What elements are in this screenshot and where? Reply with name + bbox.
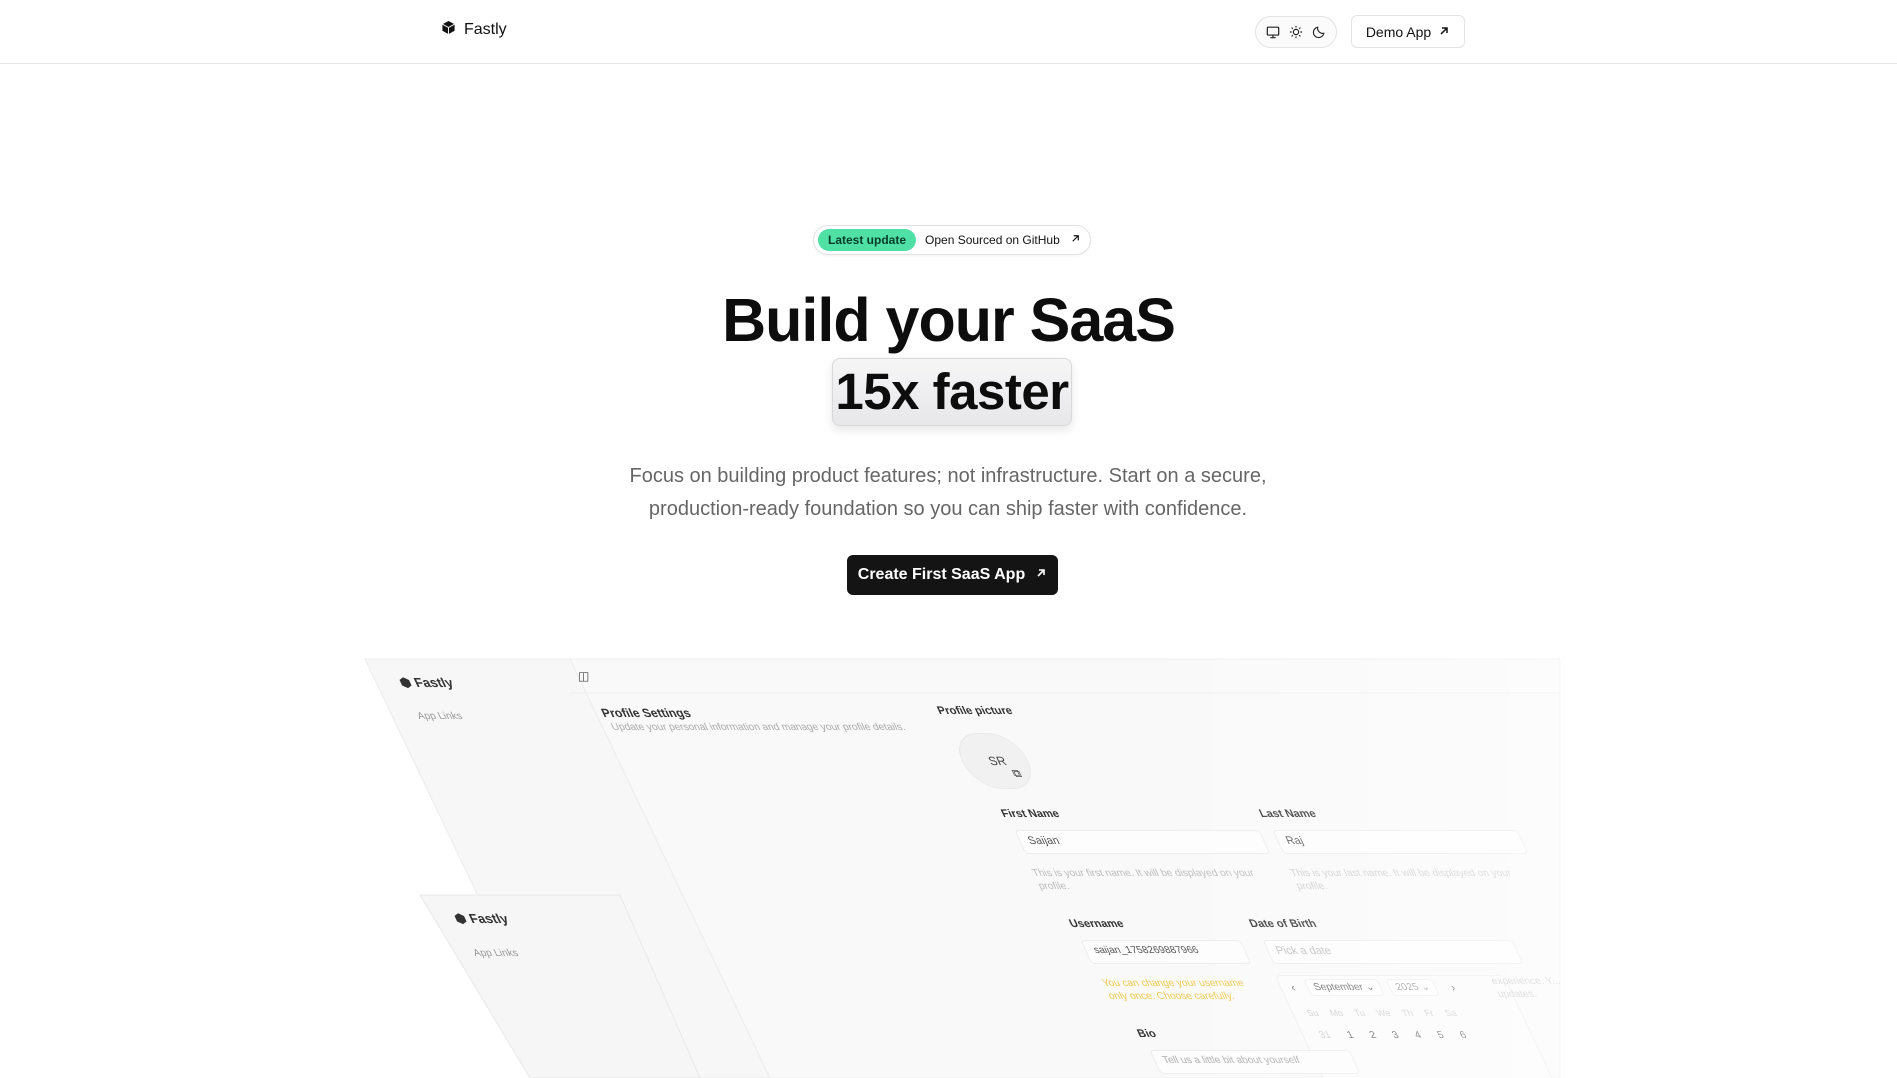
cta-label: Create First SaaS App xyxy=(857,566,1026,583)
username-input[interactable]: saijan_1758269887966 xyxy=(1080,940,1252,964)
preview-brand-2: ⬢ Fastly xyxy=(451,911,511,927)
weekday-label: Sa xyxy=(1442,1008,1459,1018)
sidebar-toggle-icon[interactable]: ◫ xyxy=(578,669,589,683)
first-name-input[interactable]: Saijan xyxy=(1014,830,1271,854)
hero-title-highlight: 15x faster xyxy=(832,358,1072,426)
camera-icon[interactable]: ⧉ xyxy=(1010,768,1024,781)
preview-app-links: App Links xyxy=(415,711,465,722)
preview-brand-name: Fastly xyxy=(411,675,456,690)
latest-update-tag: Latest update xyxy=(818,229,917,251)
announcement-badge[interactable]: Latest update Open Sourced on GitHub xyxy=(813,225,1091,255)
dob-input[interactable]: Pick a date xyxy=(1262,940,1524,964)
weekday-label: We xyxy=(1374,1008,1393,1018)
username-warning: You can change your username only once. … xyxy=(1100,977,1262,1003)
calendar-day[interactable]: 4 xyxy=(1413,1030,1424,1041)
first-name-label: First Name xyxy=(999,808,1062,820)
hero-subtitle-line-1: Focus on building product features; not … xyxy=(629,465,1267,487)
hero-title: Build your SaaS xyxy=(722,286,1176,354)
calendar-day[interactable]: 31 xyxy=(1317,1030,1333,1041)
hero-subtitle: Focus on building product features; not … xyxy=(598,460,1298,526)
last-name-help: This is your last name. It will be displ… xyxy=(1288,867,1545,893)
calendar-day[interactable]: 6 xyxy=(1458,1030,1469,1041)
arrow-up-right-icon xyxy=(1060,231,1081,249)
badge-text: Open Sourced on GitHub xyxy=(925,233,1060,247)
chevron-left-icon[interactable]: ‹ xyxy=(1289,982,1298,994)
calendar-day[interactable]: 1 xyxy=(1345,1030,1356,1041)
year-select[interactable]: 2025 ⌄ xyxy=(1385,979,1441,996)
weekday-label: Th xyxy=(1399,1008,1415,1018)
weekday-label: Su xyxy=(1304,1008,1321,1018)
username-label: Username xyxy=(1067,918,1127,930)
demo-app-button[interactable]: Demo App xyxy=(1351,15,1465,48)
monitor-icon[interactable] xyxy=(1262,21,1284,43)
username-warning-text: You can change your username only once. … xyxy=(1100,978,1247,1002)
weekday-row: Su Mo Tu We Th Fr Sa xyxy=(1305,1008,1459,1018)
last-name-help-text: This is your last name. It will be displ… xyxy=(1288,868,1514,892)
theme-switcher xyxy=(1255,16,1337,48)
day-row: 31 1 2 3 4 5 6 xyxy=(1317,1030,1469,1041)
last-name-input[interactable]: Raj xyxy=(1272,830,1529,854)
demo-app-label: Demo App xyxy=(1365,23,1432,40)
weekday-label: Fr xyxy=(1422,1008,1436,1018)
create-saas-app-button[interactable]: Create First SaaS App xyxy=(847,555,1058,595)
profile-picture-label: Profile picture xyxy=(935,705,1015,717)
arrow-up-right-icon xyxy=(1438,24,1450,40)
bio-input[interactable]: Tell us a little bit about yourself xyxy=(1149,1050,1361,1074)
cube-icon xyxy=(441,20,456,40)
moon-icon[interactable] xyxy=(1308,21,1330,43)
preview-app-links-2: App Links xyxy=(471,948,521,959)
product-preview: ⬢ Fastly App Links ⬢ Fastly App Links ◫ … xyxy=(0,655,1897,1078)
preview-section-desc: Update your personal information and man… xyxy=(609,722,908,733)
top-navbar: Fastly Demo App xyxy=(0,0,1897,64)
sun-icon[interactable] xyxy=(1285,21,1307,43)
first-name-help: This is your first name. It will be disp… xyxy=(1030,867,1287,893)
weekday-label: Tu xyxy=(1352,1008,1368,1018)
calendar-day[interactable]: 2 xyxy=(1368,1030,1379,1041)
month-select[interactable]: September ⌄ xyxy=(1303,979,1386,996)
dob-label: Date of Birth xyxy=(1247,918,1319,930)
brand-name: Fastly xyxy=(464,21,507,38)
first-name-help-text: This is your first name. It will be disp… xyxy=(1030,868,1257,892)
weekday-label: Mo xyxy=(1327,1008,1345,1018)
arrow-up-right-icon xyxy=(1035,566,1047,584)
chevron-down-icon: ⌄ xyxy=(1418,982,1433,993)
chevron-down-icon: ⌄ xyxy=(1363,982,1377,993)
preview-brand-name-2: Fastly xyxy=(466,911,511,926)
chevron-right-icon[interactable]: › xyxy=(1449,982,1458,994)
calendar-day[interactable]: 5 xyxy=(1435,1030,1446,1041)
brand-logo[interactable]: Fastly xyxy=(441,20,507,40)
year-value: 2025 xyxy=(1393,982,1421,993)
hero-subtitle-line-2: production-ready foundation so you can s… xyxy=(648,498,1248,520)
month-value: September xyxy=(1311,982,1366,993)
right-snippet: experience. Y... updates. xyxy=(1489,976,1563,1000)
preview-section-title: Profile Settings xyxy=(598,706,694,720)
last-name-label: Last Name xyxy=(1257,808,1319,820)
avatar-initials: SR xyxy=(985,754,1009,768)
calendar-day[interactable]: 3 xyxy=(1390,1030,1401,1041)
preview-planes xyxy=(364,658,1561,1078)
preview-brand: ⬢ Fastly xyxy=(396,675,456,691)
